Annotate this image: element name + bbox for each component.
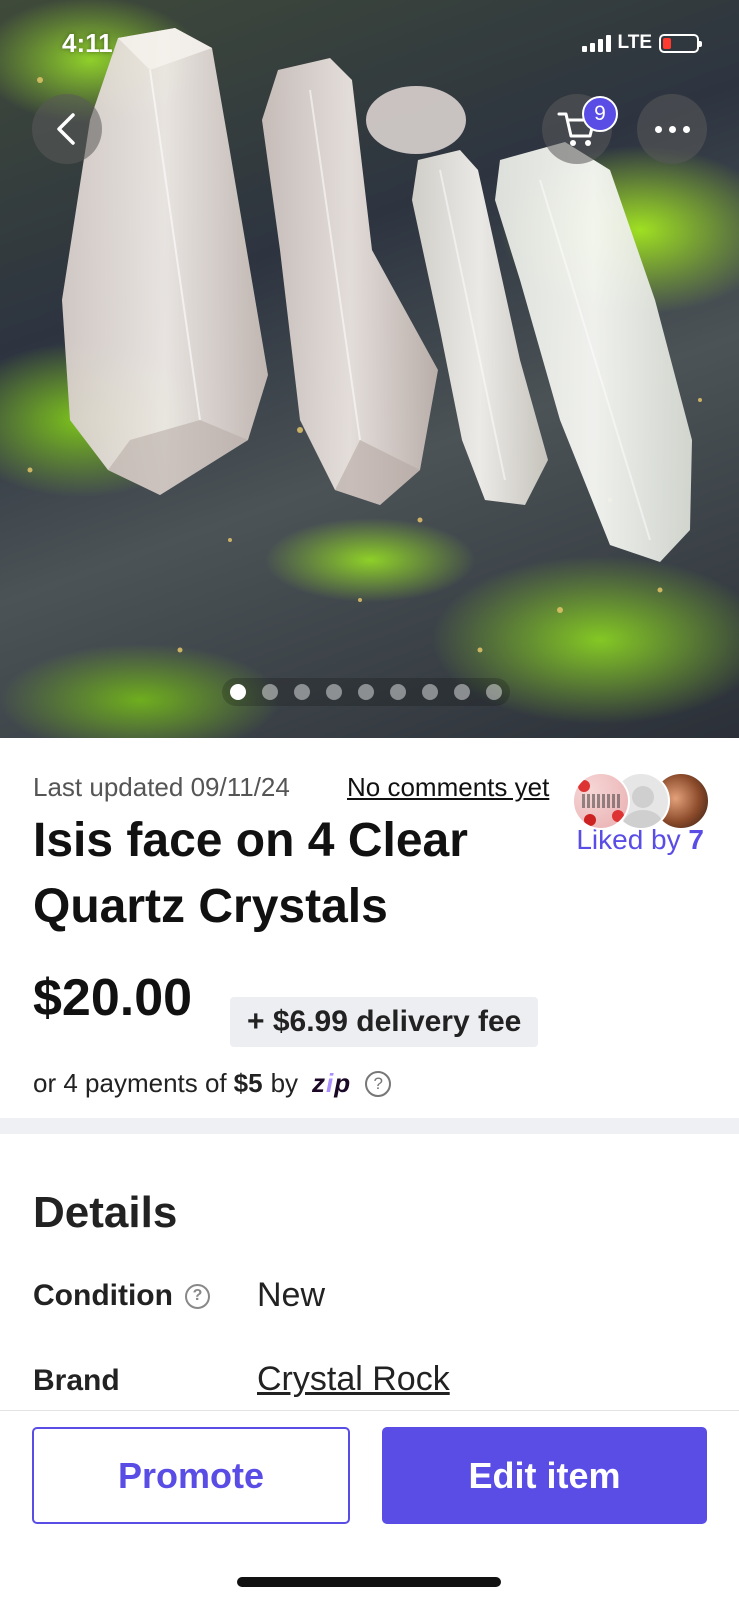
payments-suffix: by (270, 1068, 299, 1098)
liked-by-count: 7 (688, 824, 704, 855)
battery-icon (659, 33, 702, 53)
back-chevron-icon (57, 113, 75, 145)
pager-dot[interactable] (422, 684, 438, 700)
network-label: LTE (617, 32, 652, 53)
payments-amount: $5 (233, 1068, 263, 1098)
details-heading: Details (33, 1188, 178, 1237)
signal-icon (581, 34, 611, 52)
pager-dot[interactable] (294, 684, 310, 700)
installment-info: or 4 payments of $5 by zip ? (33, 1068, 392, 1099)
pager-dot[interactable] (486, 684, 502, 700)
section-divider (0, 1118, 739, 1134)
price: $20.00 (33, 969, 193, 1027)
home-indicator[interactable] (237, 1577, 501, 1587)
help-circle-icon[interactable]: ? (184, 1283, 210, 1309)
bottom-action-bar: Promote Edit item (0, 1410, 739, 1600)
more-dots-icon (654, 125, 690, 133)
image-pager[interactable] (222, 678, 510, 706)
liked-by-avatars[interactable] (572, 772, 710, 834)
delivery-fee-badge: + $6.99 delivery fee (230, 997, 539, 1047)
pager-dot[interactable] (326, 684, 342, 700)
condition-label-text: Condition (33, 1279, 173, 1312)
back-button[interactable] (32, 94, 102, 164)
help-circle-icon[interactable]: ? (365, 1070, 392, 1097)
pager-dot[interactable] (454, 684, 470, 700)
more-options-button[interactable] (637, 94, 707, 164)
pager-dot[interactable] (262, 684, 278, 700)
promote-button[interactable]: Promote (32, 1427, 350, 1524)
zip-logo: zip (312, 1068, 352, 1098)
crystals-image (27, 28, 702, 653)
product-photo[interactable]: 4:11 LTE 9 (0, 0, 739, 738)
payments-prefix: or 4 payments of (33, 1068, 227, 1098)
comments-link[interactable]: No comments yet (347, 772, 571, 803)
avatar (572, 772, 630, 830)
condition-value: New (257, 1276, 326, 1314)
edit-item-button[interactable]: Edit item (382, 1427, 707, 1524)
brand-label: Brand (33, 1364, 120, 1397)
pager-dot[interactable] (230, 684, 246, 700)
pager-dot[interactable] (390, 684, 406, 700)
listing-title: Isis face on 4 Clear Quartz Crystals (33, 814, 468, 933)
brand-link[interactable]: Crystal Rock (257, 1360, 450, 1399)
last-updated: Last updated 09/11/24 (33, 772, 290, 802)
cart-badge: 9 (582, 96, 618, 132)
pager-dot[interactable] (358, 684, 374, 700)
status-indicators: LTE (581, 32, 702, 54)
status-time: 4:11 (62, 28, 113, 58)
condition-label: Condition ? (33, 1279, 210, 1313)
